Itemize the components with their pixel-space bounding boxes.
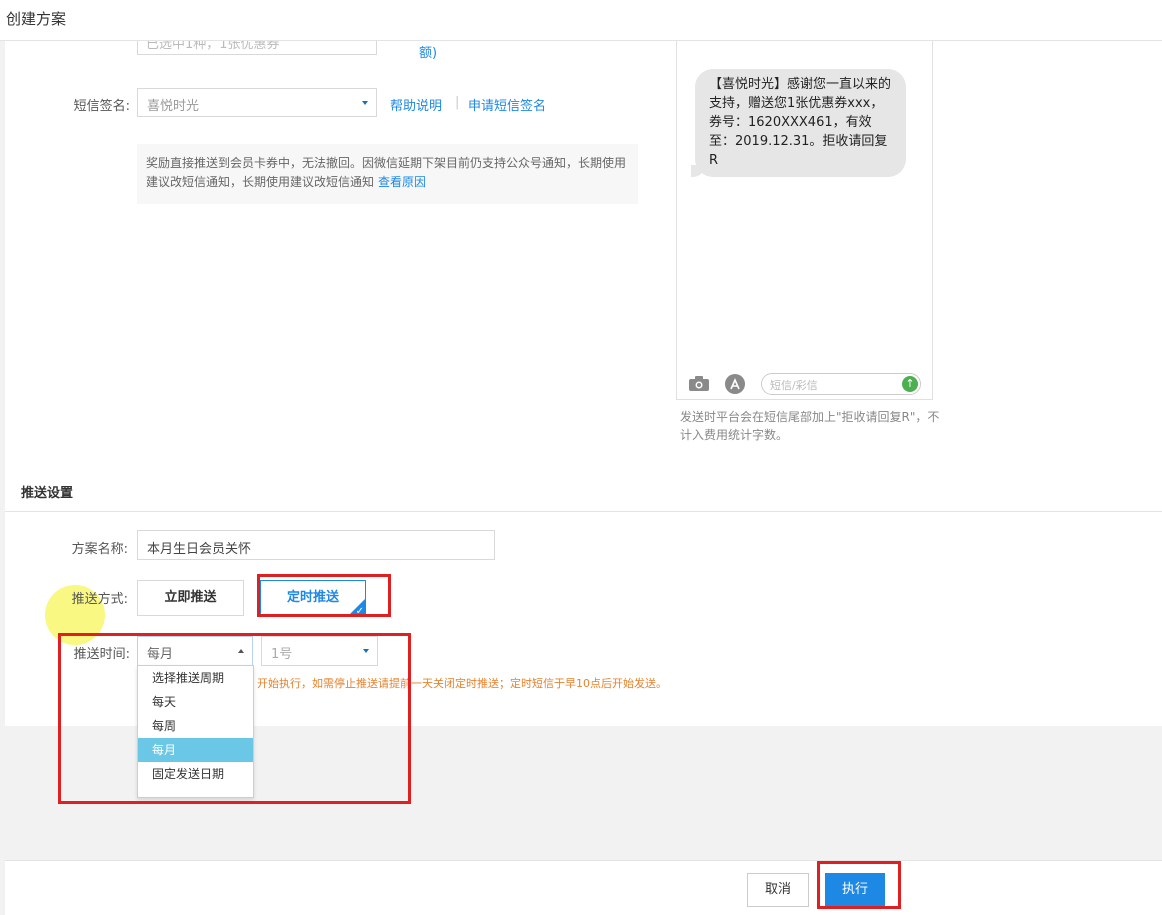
push-scheduled-label: 定时推送 (286, 590, 339, 605)
sms-mms-input[interactable]: 短信/彩信 ↑ (761, 373, 921, 395)
execute-button[interactable]: 执行 (825, 873, 885, 907)
phone-input-bar: 短信/彩信 ↑ (687, 373, 927, 395)
sms-signature-label: 短信签名: (73, 99, 130, 114)
period-option[interactable]: 固定发送日期 (138, 762, 253, 786)
plan-name-value: 本月生日会员关怀 (147, 542, 252, 557)
help-link[interactable]: 帮助说明 (390, 95, 442, 114)
sms-preview-phone: 【喜悦时光】感谢您一直以来的支持，赠送您1张优惠券xxx，券号：1620XXX4… (676, 41, 933, 400)
link-separator: | (455, 95, 460, 110)
day-value: 1号 (271, 647, 293, 662)
push-method-label: 推送方式: (71, 592, 128, 607)
caret-down-icon (363, 649, 369, 653)
view-reason-link[interactable]: 查看原因 (378, 175, 426, 189)
coupon-select-text: 已选中1种，1张优惠券 (146, 41, 280, 52)
notice-box: 奖励直接推送到会员卡券中，无法撤回。因微信延期下架目前仍支持公众号通知，长期使用… (137, 144, 638, 204)
caret-down-icon (362, 101, 368, 105)
quota-link[interactable]: 额) (419, 42, 437, 61)
caret-up-icon (238, 649, 244, 653)
period-option-selected[interactable]: 每月 (138, 738, 253, 762)
period-value: 每月 (147, 647, 174, 662)
sms-signature-value: 喜悦时光 (147, 99, 200, 114)
plan-name-label: 方案名称: (71, 542, 128, 557)
apply-signature-link[interactable]: 申请短信签名 (468, 95, 546, 114)
period-dropdown: 选择推送周期 每天 每周 每月 固定发送日期 (137, 665, 254, 798)
period-option[interactable]: 每天 (138, 690, 253, 714)
checkmark-icon: ✓ (355, 606, 364, 617)
coupon-select-input[interactable]: 已选中1种，1张优惠券 (137, 41, 377, 55)
sms-preview-text: 【喜悦时光】感谢您一直以来的支持，赠送您1张优惠券xxx，券号：1620XXX4… (709, 77, 892, 168)
push-scheduled-button[interactable]: 定时推送 ✓ (260, 580, 366, 617)
period-select[interactable]: 每月 (137, 636, 253, 666)
cancel-button[interactable]: 取消 (747, 873, 809, 907)
push-immediate-button[interactable]: 立即推送 (137, 580, 244, 616)
section-divider (5, 511, 1162, 512)
dialog-header: 创建方案 (0, 0, 1162, 41)
push-settings-title: 推送设置 (21, 486, 74, 501)
send-arrow-icon[interactable]: ↑ (902, 376, 918, 392)
sms-input-placeholder: 短信/彩信 (770, 379, 818, 392)
sms-signature-select[interactable]: 喜悦时光 (137, 88, 377, 117)
day-select[interactable]: 1号 (261, 636, 378, 666)
dialog-title: 创建方案 (6, 10, 67, 28)
preview-note: 发送时平台会在短信尾部加上"拒收请回复R"，不计入费用统计字数。 (680, 410, 940, 442)
app-store-icon (725, 374, 745, 394)
dialog-footer (5, 860, 1162, 915)
push-time-label: 推送时间: (73, 647, 130, 662)
period-option[interactable]: 每周 (138, 714, 253, 738)
period-option[interactable]: 选择推送周期 (138, 666, 253, 690)
sms-preview-bubble: 【喜悦时光】感谢您一直以来的支持，赠送您1张优惠券xxx，券号：1620XXX4… (691, 69, 906, 177)
schedule-warning: 开始执行，如需停止推送请提前一天关闭定时推送；定时短信于早10点后开始发送。 (257, 677, 667, 690)
plan-name-input[interactable]: 本月生日会员关怀 (137, 530, 495, 560)
camera-icon (689, 376, 709, 391)
